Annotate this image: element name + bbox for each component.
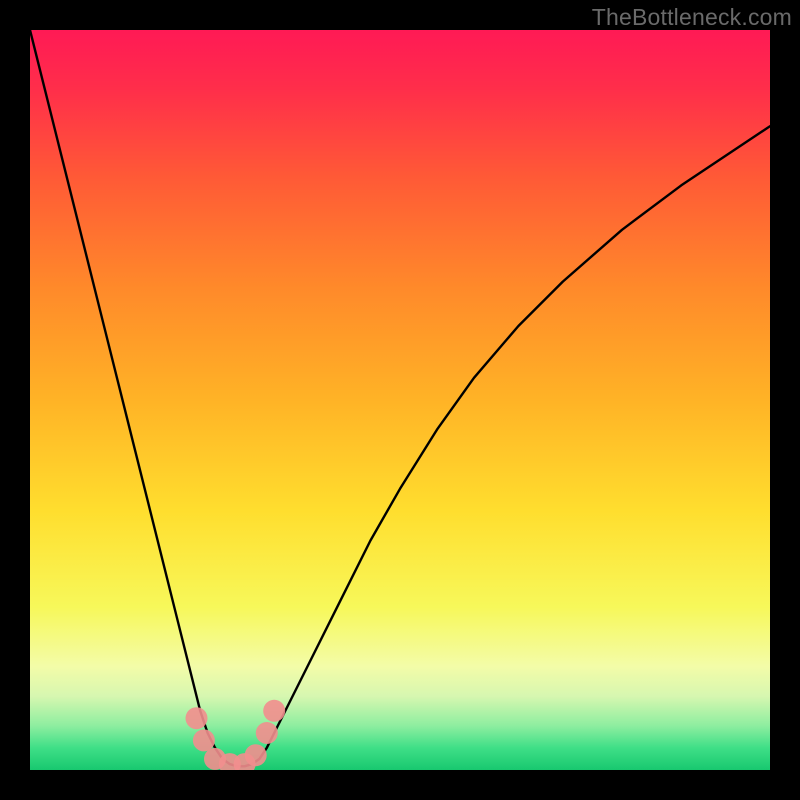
watermark-text: TheBottleneck.com [592, 4, 792, 31]
chart-background [30, 30, 770, 770]
bottleneck-chart [30, 30, 770, 770]
curve-marker [186, 707, 208, 729]
curve-marker [193, 729, 215, 751]
curve-marker [263, 700, 285, 722]
chart-frame: TheBottleneck.com [0, 0, 800, 800]
curve-marker [245, 744, 267, 766]
curve-marker [256, 722, 278, 744]
